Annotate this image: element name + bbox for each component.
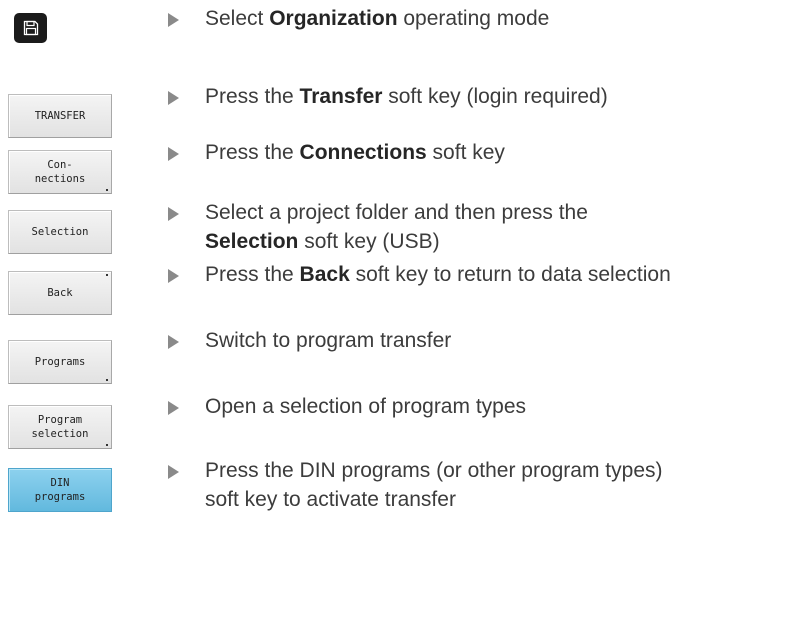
step-text: Select a project folder and then press t…	[205, 201, 588, 253]
selection-softkey[interactable]: Selection	[8, 210, 112, 254]
step-text: Press the DIN programs (or other program…	[205, 459, 663, 511]
softkey-label: Con- nections	[34, 159, 86, 185]
softkey-label: TRANSFER	[34, 110, 86, 122]
programs-softkey[interactable]: Programs	[8, 340, 112, 384]
softkey-label: Selection	[31, 226, 89, 238]
bullet-arrow-icon	[168, 401, 179, 415]
step-text: Press the Back soft key to return to dat…	[205, 263, 671, 286]
softkey-label: Program selection	[31, 414, 89, 440]
bullet-arrow-icon	[168, 269, 179, 283]
bullet-arrow-icon	[168, 335, 179, 349]
softkey-label: DIN programs	[34, 477, 86, 503]
bullet-arrow-icon	[168, 13, 179, 27]
transfer-softkey[interactable]: TRANSFER	[8, 94, 112, 138]
din-programs-softkey[interactable]: DIN programs	[8, 468, 112, 512]
submenu-marker-icon	[106, 444, 108, 446]
connections-softkey[interactable]: Con- nections	[8, 150, 112, 194]
step-text: Switch to program transfer	[205, 329, 452, 352]
softkey-label: Programs	[34, 356, 86, 368]
program-selection-softkey[interactable]: Program selection	[8, 405, 112, 449]
step-text: Select Organization operating mode	[205, 7, 550, 30]
back-softkey[interactable]: Back	[8, 271, 112, 315]
submenu-marker-icon	[106, 379, 108, 381]
save-disk-icon	[23, 20, 38, 36]
bullet-arrow-icon	[168, 91, 179, 105]
bullet-arrow-icon	[168, 465, 179, 479]
bullet-arrow-icon	[168, 207, 179, 221]
softkey-label: Back	[47, 287, 73, 299]
step-text: Press the Connections soft key	[205, 141, 505, 164]
step-text: Open a selection of program types	[205, 395, 527, 418]
step-text: Press the Transfer soft key (login requi…	[205, 85, 608, 108]
submenu-marker-icon	[106, 189, 108, 191]
submenu-marker-icon	[106, 274, 108, 276]
organization-mode-button[interactable]	[14, 13, 47, 43]
bullet-arrow-icon	[168, 147, 179, 161]
